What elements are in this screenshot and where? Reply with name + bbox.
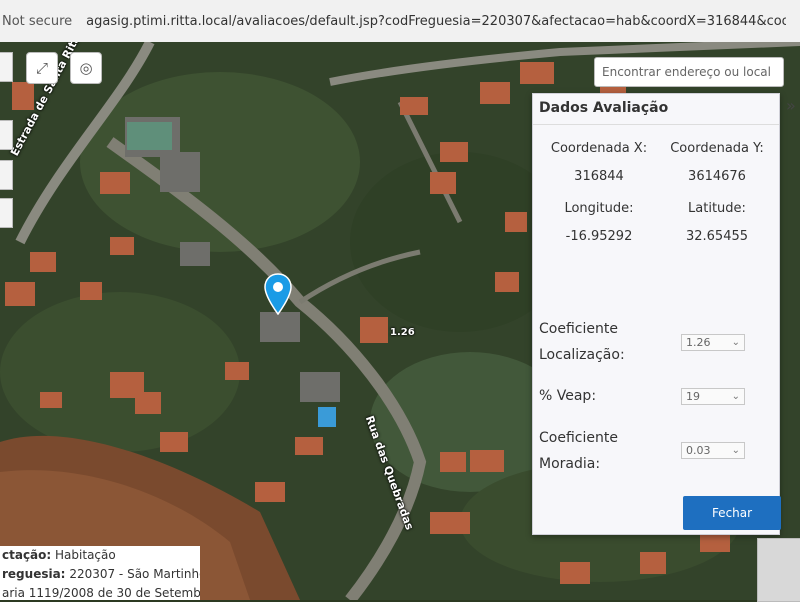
map-control-tab[interactable] (0, 160, 13, 190)
map-control-tab[interactable] (0, 198, 13, 228)
browser-address-bar: Not secure agasig.ptimi.ritta.local/aval… (0, 0, 800, 43)
coef-localizacao-label-line2: Localização: (539, 347, 625, 363)
map-control-tab[interactable] (0, 52, 13, 82)
address-search-input[interactable]: Encontrar endereço ou local (594, 57, 784, 87)
parcel-info-box: ctação: Habitação reguesia: 220307 - São… (0, 546, 200, 600)
freguesia-value: 220307 - São Martinho (69, 567, 200, 581)
latitude-label: Latitude: (688, 201, 746, 216)
coord-x-value: 316844 (574, 169, 624, 184)
coef-localizacao-value: 1.26 (686, 336, 711, 349)
coord-y-value: 3614676 (688, 169, 746, 184)
latitude-value: 32.65455 (685, 229, 749, 244)
longitude-label: Longitude: (564, 201, 634, 216)
coef-moradia-label-line2: Moradia: (539, 456, 601, 472)
search-placeholder: Encontrar endereço ou local (602, 65, 771, 79)
locate-icon[interactable]: ◎ (70, 52, 102, 84)
fullscreen-icon[interactable]: ⤢ (26, 52, 58, 84)
close-button[interactable]: Fechar (683, 496, 781, 530)
veap-value: 19 (686, 390, 700, 403)
coef-moradia-value: 0.03 (686, 444, 711, 457)
veap-label: % Veap: (539, 388, 597, 404)
chevron-down-icon: ⌄ (731, 337, 740, 348)
map-thumbnail[interactable] (757, 538, 800, 602)
freguesia-row: reguesia: 220307 - São Martinho (2, 565, 200, 584)
afectacao-key: ctação: (2, 548, 52, 562)
veap-select[interactable]: 19 ⌄ (681, 388, 745, 405)
coord-x-label: Coordenada X: (550, 141, 648, 156)
coef-localizacao-label-line1: Coeficiente (539, 321, 618, 337)
coef-moradia-select[interactable]: 0.03 ⌄ (681, 442, 745, 459)
map-control-tab[interactable] (0, 120, 13, 150)
divider (533, 124, 779, 125)
coord-y-label: Coordenada Y: (670, 141, 764, 156)
url-field[interactable]: agasig.ptimi.ritta.local/avaliacoes/defa… (86, 14, 786, 29)
afectacao-value: Habitação (55, 548, 116, 562)
coef-moradia-label-line1: Coeficiente (539, 430, 618, 446)
evaluation-data-panel: Dados Avaliação Coordenada X: Coordenada… (532, 93, 781, 535)
security-indicator[interactable]: Not secure (2, 14, 72, 29)
panel-title: Dados Avaliação (539, 100, 669, 116)
chevron-right-icon[interactable]: » (786, 96, 796, 115)
afectacao-row: ctação: Habitação (2, 546, 200, 565)
portaria-row: aria 1119/2008 de 30 de Setembro (2, 586, 200, 600)
chevron-down-icon: ⌄ (731, 445, 740, 456)
freguesia-key: reguesia: (2, 567, 66, 581)
map-value-label: 1.26 (390, 327, 415, 338)
location-pin-icon[interactable] (264, 273, 292, 315)
coef-localizacao-select[interactable]: 1.26 ⌄ (681, 334, 745, 351)
longitude-value: -16.95292 (565, 229, 633, 244)
chevron-down-icon: ⌄ (731, 391, 740, 402)
